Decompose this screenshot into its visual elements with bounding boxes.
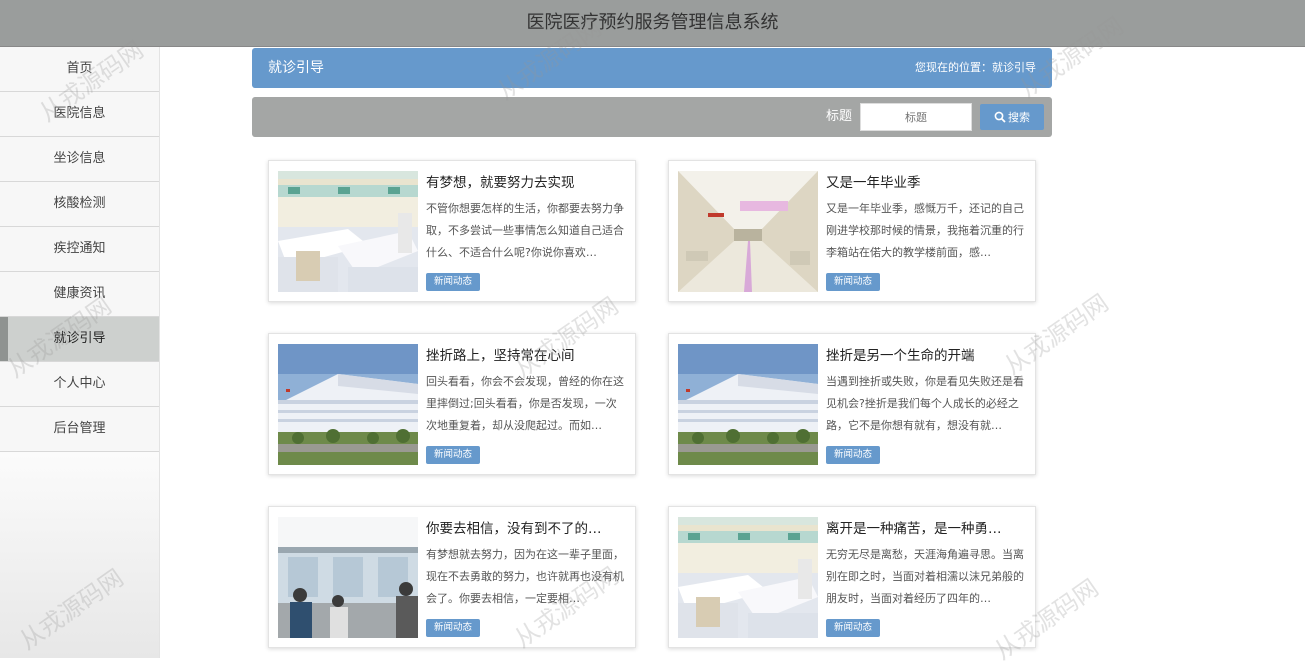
article-tag: 新闻动态 [826, 619, 881, 637]
article-title[interactable]: 离开是一种痛苦，是一种勇… [826, 517, 1026, 537]
search-input[interactable] [860, 103, 972, 131]
article-card[interactable]: 挫折路上，坚持常在心间 回头看看，你会不会发现，曾经的你在这里摔倒过;回头看看，… [268, 333, 636, 475]
sidebar-item-visit-guide[interactable]: 就诊引导 [0, 317, 159, 362]
sidebar-item-nucleic-test[interactable]: 核酸检测 [0, 182, 159, 227]
sidebar-item-admin[interactable]: 后台管理 [0, 407, 159, 452]
article-tag: 新闻动态 [826, 273, 881, 291]
article-excerpt: 不管你想要怎样的生活，你都要去努力争取，不多尝试一些事情怎么知道自己适合什么、不… [426, 202, 624, 259]
sidebar-item-cdc-notice[interactable]: 疾控通知 [0, 227, 159, 272]
article-excerpt: 无穷无尽是离愁，天涯海角遍寻思。当离别在即之时，当面对着相濡以沫兄弟般的朋友时，… [826, 548, 1024, 605]
sidebar-item-hospital-info[interactable]: 医院信息 [0, 92, 159, 137]
app-title: 医院医疗预约服务管理信息系统 [526, 12, 779, 33]
article-thumbnail[interactable] [278, 517, 418, 638]
article-title[interactable]: 你要去相信，没有到不了的… [426, 517, 626, 537]
article-title[interactable]: 挫折是另一个生命的开端 [826, 344, 1026, 364]
article-tag: 新闻动态 [826, 446, 881, 464]
article-title[interactable]: 又是一年毕业季 [826, 171, 1026, 191]
article-thumbnail[interactable] [678, 344, 818, 465]
article-tag: 新闻动态 [426, 273, 481, 291]
article-excerpt: 回头看看，你会不会发现，曾经的你在这里摔倒过;回头看看，你是否发现，一次次地重复… [426, 375, 624, 432]
article-excerpt: 有梦想就去努力，因为在这一辈子里面，现在不去勇敢的努力，也许就再也没有机会了。你… [426, 548, 624, 605]
sidebar-item-personal-center[interactable]: 个人中心 [0, 362, 159, 407]
search-bar: 标题 搜索 [252, 97, 1052, 137]
search-label: 标题 [826, 109, 853, 124]
breadcrumb: 您现在的位置：就诊引导 [915, 61, 1036, 74]
article-card[interactable]: 你要去相信，没有到不了的… 有梦想就去努力，因为在这一辈子里面，现在不去勇敢的努… [268, 506, 636, 648]
breadcrumb-bar: 就诊引导 您现在的位置：就诊引导 [252, 48, 1052, 88]
article-thumbnail[interactable] [278, 344, 418, 465]
article-thumbnail[interactable] [278, 171, 418, 292]
sidebar-nav: 首页 医院信息 坐诊信息 核酸检测 疾控通知 健康资讯 就诊引导 个人中心 后台… [0, 47, 160, 658]
article-excerpt: 当遇到挫折或失败，你是看见失败还是看见机会?挫折是我们每个人成长的必经之路，它不… [826, 375, 1024, 432]
article-card[interactable]: 挫折是另一个生命的开端 当遇到挫折或失败，你是看见失败还是看见机会?挫折是我们每… [668, 333, 1036, 475]
article-card[interactable]: 有梦想，就要努力去实现 不管你想要怎样的生活，你都要去努力争取，不多尝试一些事情… [268, 160, 636, 302]
article-tag: 新闻动态 [426, 446, 481, 464]
sidebar-item-health-news[interactable]: 健康资讯 [0, 272, 159, 317]
article-thumbnail[interactable] [678, 171, 818, 292]
article-card[interactable]: 离开是一种痛苦，是一种勇… 无穷无尽是离愁，天涯海角遍寻思。当离别在即之时，当面… [668, 506, 1036, 648]
search-button[interactable]: 搜索 [980, 104, 1044, 130]
article-title[interactable]: 挫折路上，坚持常在心间 [426, 344, 626, 364]
app-header: 医院医疗预约服务管理信息系统 [0, 0, 1305, 47]
article-card[interactable]: 又是一年毕业季 又是一年毕业季，感慨万千，还记的自己刚进学校那时候的情景，我拖着… [668, 160, 1036, 302]
search-icon [994, 111, 1006, 123]
article-tag: 新闻动态 [426, 619, 481, 637]
search-button-label: 搜索 [1008, 111, 1030, 124]
sidebar-item-home[interactable]: 首页 [0, 47, 159, 92]
article-excerpt: 又是一年毕业季，感慨万千，还记的自己刚进学校那时候的情景，我拖着沉重的行李箱站在… [826, 202, 1024, 259]
sidebar-item-clinic-info[interactable]: 坐诊信息 [0, 137, 159, 182]
article-title[interactable]: 有梦想，就要努力去实现 [426, 171, 626, 191]
article-thumbnail[interactable] [678, 517, 818, 638]
page-title: 就诊引导 [268, 60, 324, 76]
